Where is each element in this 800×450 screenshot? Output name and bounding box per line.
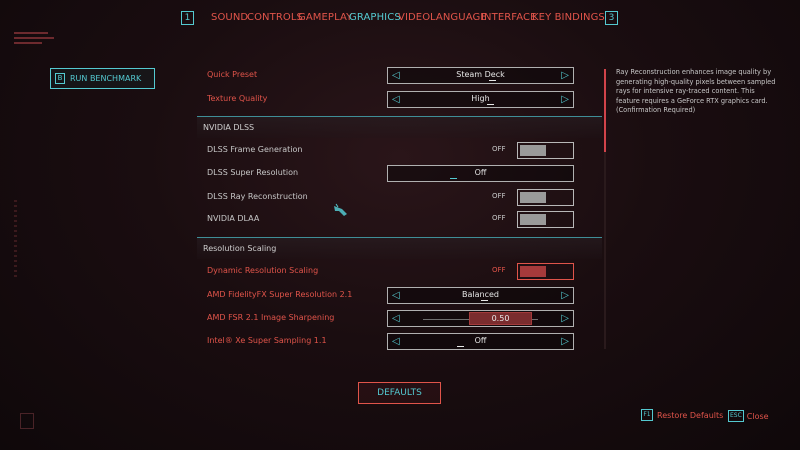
arrow-right-icon[interactable]: ▷ xyxy=(561,335,569,349)
run-benchmark-button[interactable]: B RUN BENCHMARK xyxy=(50,68,155,89)
amd-fsr-selector[interactable]: ◁ Balanced ▷ xyxy=(387,287,574,304)
slider-thumb[interactable]: 0.50 xyxy=(469,312,532,325)
arrow-right-icon[interactable]: ▷ xyxy=(561,93,569,107)
run-benchmark-label: RUN BENCHMARK xyxy=(70,74,142,83)
cursor-icon xyxy=(333,202,349,221)
toggle-knob xyxy=(520,214,546,225)
dynamic-res-label: Dynamic Resolution Scaling xyxy=(207,266,319,275)
tab-interface[interactable]: INTERFACE xyxy=(481,12,537,23)
setting-amd-fsr: AMD FidelityFX Super Resolution 2.1 ◁ Ba… xyxy=(197,286,602,306)
section-title: NVIDIA DLSS xyxy=(203,123,255,132)
toggle-knob xyxy=(520,145,546,156)
benchmark-key: B xyxy=(55,73,65,84)
value-underline xyxy=(456,346,464,347)
dlss-frame-gen-label: DLSS Frame Generation xyxy=(207,145,303,154)
setting-dlss-super-resolution: DLSS Super Resolution Off xyxy=(197,164,602,184)
corner-decoration xyxy=(20,413,34,429)
dynamic-res-toggle[interactable] xyxy=(517,263,574,280)
top-navigation: 1 SOUND CONTROLS GAMEPLAY GRAPHICS VIDEO… xyxy=(0,11,800,29)
side-decoration xyxy=(14,200,17,280)
tab-graphics[interactable]: GRAPHICS xyxy=(349,12,401,23)
arrow-right-icon[interactable]: ▷ xyxy=(561,69,569,83)
nvidia-dlaa-label: NVIDIA DLAA xyxy=(207,214,260,223)
arrow-right-icon[interactable]: ▷ xyxy=(561,289,569,303)
value-underline xyxy=(486,104,494,105)
value-underline xyxy=(450,178,457,179)
dlss-ray-recon-label: DLSS Ray Reconstruction xyxy=(207,192,308,201)
prev-tab-key[interactable]: 1 xyxy=(181,11,194,25)
section-nvidia-dlss: NVIDIA DLSS xyxy=(197,116,602,138)
tab-video[interactable]: VIDEO xyxy=(398,12,430,23)
amd-fsr-value: Balanced xyxy=(462,290,499,299)
dlss-ray-recon-toggle[interactable] xyxy=(517,189,574,206)
setting-nvidia-dlaa: NVIDIA DLAA OFF xyxy=(197,210,602,230)
defaults-button[interactable]: DEFAULTS xyxy=(358,382,441,404)
setting-description: Ray Reconstruction enhances image qualit… xyxy=(616,68,776,114)
tab-controls[interactable]: CONTROLS xyxy=(247,12,303,23)
intel-xess-selector[interactable]: ◁ Off ▷ xyxy=(387,333,574,350)
toggle-state: OFF xyxy=(492,214,506,222)
restore-label: Restore Defaults xyxy=(657,410,724,420)
arrow-left-icon[interactable]: ◁ xyxy=(392,335,400,349)
setting-dynamic-resolution: Dynamic Resolution Scaling OFF xyxy=(197,262,602,282)
texture-quality-label: Texture Quality xyxy=(207,94,268,103)
arrow-left-icon[interactable]: ◁ xyxy=(392,312,400,326)
arrow-left-icon[interactable]: ◁ xyxy=(392,93,400,107)
amd-sharpen-label: AMD FSR 2.1 Image Sharpening xyxy=(207,313,335,322)
texture-quality-value: High xyxy=(471,94,490,103)
intel-xess-label: Intel® Xe Super Sampling 1.1 xyxy=(207,336,327,345)
arrow-right-icon[interactable]: ▷ xyxy=(561,312,569,326)
toggle-state: OFF xyxy=(492,266,506,274)
settings-list: Quick Preset ◁ Steam Deck ▷ Texture Qual… xyxy=(197,62,602,352)
toggle-state: OFF xyxy=(492,192,506,200)
tab-language[interactable]: LANGUAGE xyxy=(430,12,487,23)
amd-fsr-label: AMD FidelityFX Super Resolution 2.1 xyxy=(207,290,353,299)
dlss-super-res-selector[interactable]: Off xyxy=(387,165,574,182)
tab-gameplay[interactable]: GAMEPLAY xyxy=(298,12,352,23)
setting-texture-quality: Texture Quality ◁ High ▷ xyxy=(197,90,602,110)
tab-key-bindings[interactable]: KEY BINDINGS xyxy=(532,12,605,23)
dlss-super-res-label: DLSS Super Resolution xyxy=(207,168,299,177)
slider-value: 0.50 xyxy=(491,314,510,323)
texture-quality-selector[interactable]: ◁ High ▷ xyxy=(387,91,574,108)
section-title: Resolution Scaling xyxy=(203,244,277,253)
quick-preset-value: Steam Deck xyxy=(456,70,505,79)
arrow-left-icon[interactable]: ◁ xyxy=(392,69,400,83)
toggle-knob xyxy=(520,266,546,277)
close-button[interactable]: ESC Close xyxy=(728,410,769,422)
intel-xess-value: Off xyxy=(474,336,487,345)
nvidia-dlaa-toggle[interactable] xyxy=(517,211,574,228)
next-tab-key[interactable]: 3 xyxy=(605,11,618,25)
close-key: ESC xyxy=(728,410,744,422)
restore-defaults-button[interactable]: F1 Restore Defaults xyxy=(641,409,723,421)
setting-quick-preset: Quick Preset ◁ Steam Deck ▷ xyxy=(197,66,602,86)
toggle-knob xyxy=(520,192,546,203)
setting-amd-fsr-sharpening: AMD FSR 2.1 Image Sharpening ◁ 0.50 ▷ xyxy=(197,309,602,329)
quick-preset-selector[interactable]: ◁ Steam Deck ▷ xyxy=(387,67,574,84)
setting-dlss-ray-reconstruction: DLSS Ray Reconstruction OFF xyxy=(197,188,602,208)
decorative-lines xyxy=(14,32,56,47)
dlss-super-res-value: Off xyxy=(474,168,487,177)
tab-sound[interactable]: SOUND xyxy=(211,12,248,23)
dlss-frame-gen-toggle[interactable] xyxy=(517,142,574,159)
restore-key: F1 xyxy=(641,409,653,421)
value-underline xyxy=(480,300,488,301)
setting-intel-xess: Intel® Xe Super Sampling 1.1 ◁ Off ▷ xyxy=(197,332,602,352)
toggle-state: OFF xyxy=(492,145,506,153)
scrollbar-thumb[interactable] xyxy=(604,69,606,152)
quick-preset-label: Quick Preset xyxy=(207,70,258,79)
amd-sharpen-slider[interactable]: ◁ 0.50 ▷ xyxy=(387,310,574,327)
close-label: Close xyxy=(746,411,769,421)
setting-dlss-frame-generation: DLSS Frame Generation OFF xyxy=(197,141,602,161)
section-resolution-scaling: Resolution Scaling xyxy=(197,237,602,259)
value-underline xyxy=(488,80,496,81)
arrow-left-icon[interactable]: ◁ xyxy=(392,289,400,303)
